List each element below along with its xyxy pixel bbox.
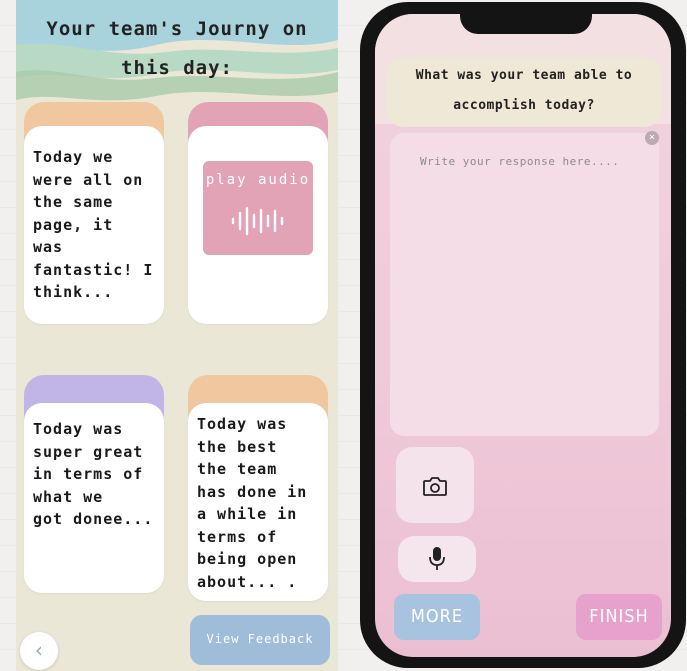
question-text: What was your team able to accomplish to… <box>415 68 633 113</box>
view-feedback-button[interactable]: View Feedback <box>190 615 330 665</box>
finish-button[interactable]: FINISH <box>576 594 662 640</box>
journey-card-3[interactable]: Today was super great in terms of what w… <box>24 403 164 593</box>
card-3-text: Today was super great in terms of what w… <box>33 420 154 528</box>
play-audio-label: play audio <box>205 172 311 188</box>
journey-card-1[interactable]: Today we were all on the same page, it w… <box>24 126 164 324</box>
card-1-text: Today we were all on the same page, it w… <box>33 148 154 301</box>
play-audio-button[interactable]: play audio <box>203 161 313 255</box>
microphone-button[interactable] <box>398 536 476 582</box>
chevron-left-icon: ‹ <box>32 638 46 662</box>
microphone-icon <box>429 547 445 570</box>
journey-card-4[interactable]: Today was the best the team has done in … <box>188 403 328 601</box>
phone-notch <box>460 4 592 34</box>
response-placeholder: Write your response here.... <box>420 155 620 168</box>
card-4-text: Today was the best the team has done in … <box>197 415 308 591</box>
clear-icon[interactable]: × <box>645 131 659 145</box>
back-button[interactable]: ‹ <box>20 632 58 670</box>
response-input[interactable]: Write your response here.... × <box>390 131 659 436</box>
audio-waveform-icon <box>231 206 284 236</box>
page-title: Your team's Journy on this day: <box>46 18 308 79</box>
camera-icon <box>423 477 447 496</box>
camera-button[interactable] <box>396 447 474 523</box>
question-card: What was your team able to accomplish to… <box>386 57 662 127</box>
more-button[interactable]: MORE <box>394 594 480 640</box>
